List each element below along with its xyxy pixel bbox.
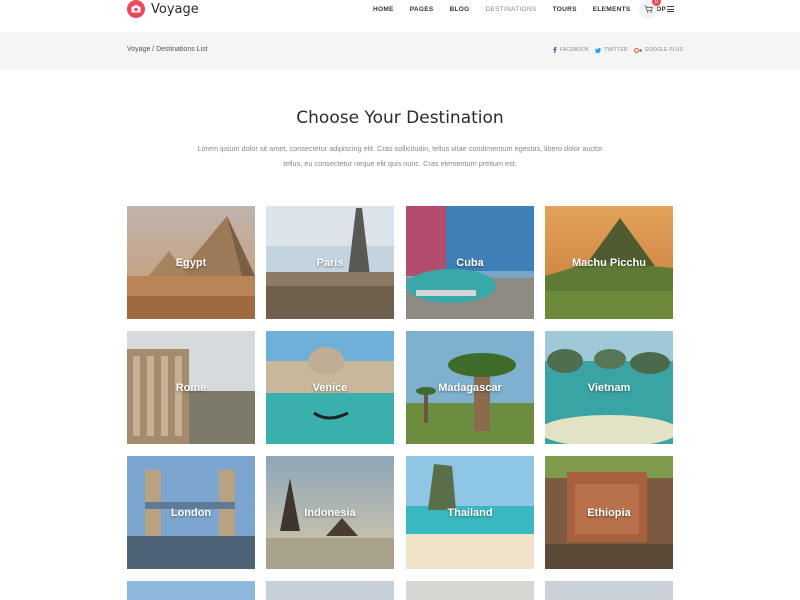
destination-card-madagascar[interactable]: Madagascar <box>406 331 534 444</box>
brand-logo[interactable]: Voyage <box>127 0 199 18</box>
destination-card-thailand[interactable]: Thailand <box>406 456 534 569</box>
destination-label: Venice <box>312 381 348 394</box>
facebook-label: FACEBOOK <box>560 47 590 53</box>
nav-elements[interactable]: ELEMENTS <box>593 6 631 13</box>
page-title: Choose Your Destination <box>296 108 504 128</box>
partial-image <box>127 581 255 600</box>
cart-button[interactable]: 0 <box>639 0 661 18</box>
cart-icon <box>644 5 653 13</box>
nav-pages[interactable]: PAGES <box>410 6 434 13</box>
breadcrumb: Voyage / Destinations List <box>127 46 208 53</box>
section-intro: Lorem ipsum dolor sit amet, consectetur … <box>197 144 603 168</box>
destination-card-cuba[interactable]: Cuba <box>406 206 534 319</box>
twitter-label: TWITTER <box>604 47 628 53</box>
destination-label: Madagascar <box>438 381 502 394</box>
destination-label: Vietnam <box>587 381 631 394</box>
camera-icon <box>127 0 145 18</box>
breadcrumb-bar: Voyage / Destinations List FACEBOOK TWIT… <box>0 32 800 70</box>
destination-card-vietnam[interactable]: Vietnam <box>545 331 673 444</box>
google-plus-label: GOOGLE PLUS <box>644 47 684 53</box>
destination-label: Cuba <box>456 256 484 269</box>
destination-card-indonesia[interactable]: Indonesia <box>266 456 394 569</box>
nav-blog[interactable]: BLOG <box>449 6 469 13</box>
destination-label: Thailand <box>447 506 493 519</box>
destination-label: Ethiopia <box>587 506 631 519</box>
partial-image <box>266 581 394 600</box>
destination-label: Rome <box>175 381 207 394</box>
twitter-link[interactable]: TWITTER <box>595 47 628 53</box>
nav-home[interactable]: HOME <box>373 6 394 13</box>
destination-card-partial[interactable] <box>406 581 534 600</box>
destination-card-rome[interactable]: Rome <box>127 331 255 444</box>
partial-image <box>406 581 534 600</box>
nav-tours[interactable]: TOURS <box>553 6 577 13</box>
destination-card-partial[interactable] <box>545 581 673 600</box>
site-header: Voyage HOME PAGES BLOG DESTINATIONS TOUR… <box>0 0 800 32</box>
hamburger-menu-icon[interactable] <box>667 6 674 12</box>
destination-label: Indonesia <box>304 506 356 519</box>
destination-card-partial[interactable] <box>266 581 394 600</box>
destination-card-egypt[interactable]: Egypt <box>127 206 255 319</box>
main-nav: HOME PAGES BLOG DESTINATIONS TOURS ELEME… <box>373 6 682 13</box>
destination-label: London <box>170 506 212 519</box>
facebook-icon <box>553 47 557 53</box>
destination-card-machu-picchu[interactable]: Machu Picchu <box>545 206 673 319</box>
destination-label: Egypt <box>175 256 207 269</box>
destination-label: Paris <box>316 256 344 269</box>
nav-destinations[interactable]: DESTINATIONS <box>485 6 536 13</box>
destination-card-paris[interactable]: Paris <box>266 206 394 319</box>
google-plus-link[interactable]: GOOGLE PLUS <box>633 47 684 53</box>
destination-card-ethiopia[interactable]: Ethiopia <box>545 456 673 569</box>
destination-card-london[interactable]: London <box>127 456 255 569</box>
destination-label: Machu Picchu <box>572 256 646 269</box>
social-links: FACEBOOK TWITTER GOOGLE PLUS <box>553 47 683 53</box>
partial-image <box>545 581 673 600</box>
google-plus-icon <box>633 47 642 53</box>
destination-card-venice[interactable]: Venice <box>266 331 394 444</box>
facebook-link[interactable]: FACEBOOK <box>553 47 589 53</box>
destination-card-partial[interactable] <box>127 581 255 600</box>
brand-name: Voyage <box>151 1 199 17</box>
twitter-icon <box>595 47 602 53</box>
